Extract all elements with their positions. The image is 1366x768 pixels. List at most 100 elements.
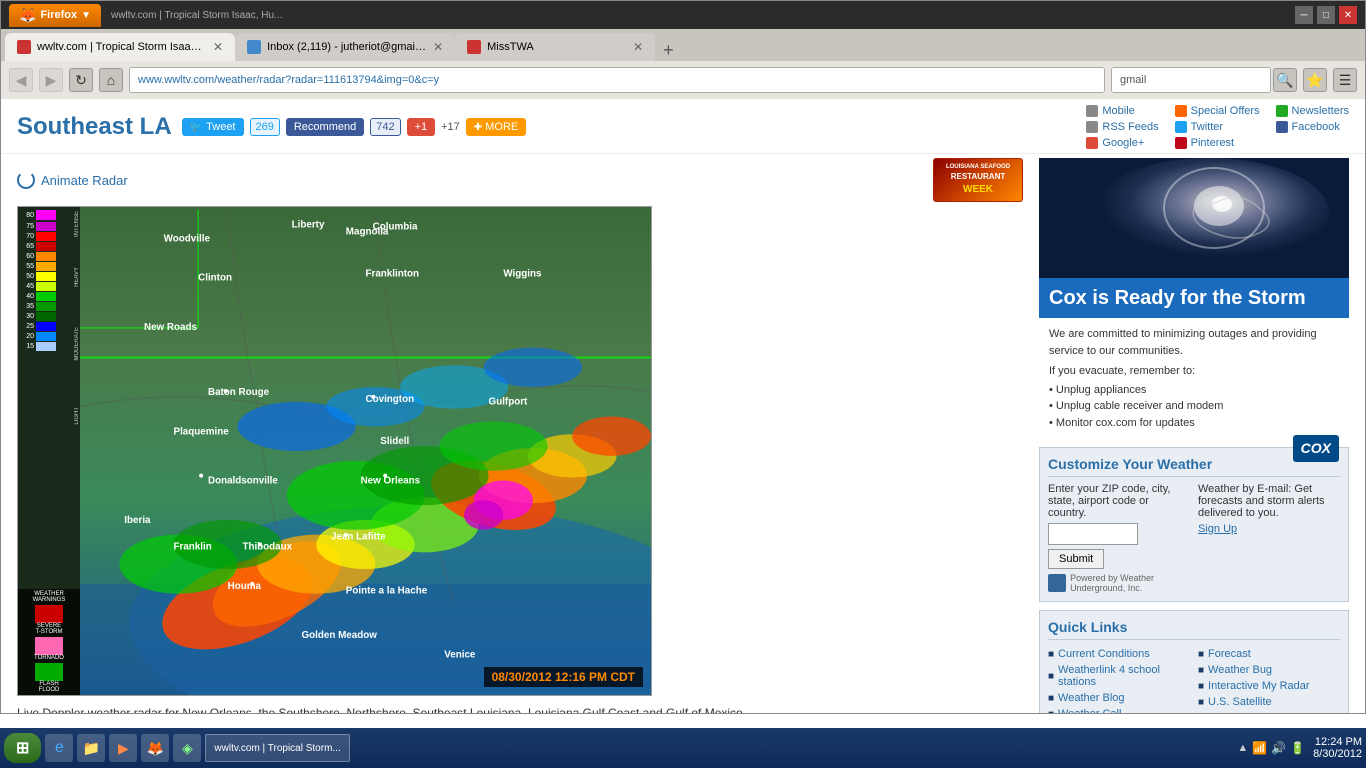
back-button[interactable]: ◀ [9, 68, 33, 92]
address-bar[interactable]: www.wwltv.com/weather/radar?radar=111613… [129, 67, 1105, 93]
taskbar-media-icon[interactable]: ▶ [109, 734, 137, 762]
header-bar: Southeast LA 🐦 Tweet 269 Recommend 742 +… [1, 99, 1365, 154]
tab-label: wwltv.com | Tropical Storm Isaac, Hu... [37, 41, 207, 53]
weather-blog-link[interactable]: Weather Blog [1058, 692, 1124, 704]
tray-arrow[interactable]: ▲ [1237, 742, 1248, 754]
zip-code-input[interactable] [1048, 523, 1138, 545]
taskbar-app-icon[interactable]: ◈ [173, 734, 201, 762]
animate-icon [17, 171, 35, 189]
facebook-link[interactable]: Facebook [1276, 121, 1349, 133]
search-button[interactable]: 🔍 [1273, 68, 1297, 92]
new-tab-button[interactable]: + [655, 40, 682, 61]
weatherlink-link[interactable]: Weatherlink 4 school stations [1058, 664, 1190, 688]
tab-close-button-3[interactable]: ✕ [633, 40, 643, 54]
weather-bug-link[interactable]: Weather Bug [1208, 664, 1272, 676]
battery-icon: 🔋 [1290, 741, 1305, 755]
tornado-icon [35, 637, 63, 655]
current-conditions-link[interactable]: Current Conditions [1058, 648, 1150, 660]
tab-label-3: MissTWA [487, 41, 534, 53]
special-offers-link[interactable]: Newsletters [1276, 105, 1349, 117]
tornado-warning: TORNADO [20, 637, 78, 661]
firefox-button[interactable]: 🦊 Firefox ▼ [9, 4, 101, 27]
twitter-icon: 🐦 [190, 122, 202, 133]
svg-text:Baton Rouge: Baton Rouge [208, 387, 270, 398]
tab-bar: wwltv.com | Tropical Storm Isaac, Hu... … [1, 29, 1365, 61]
bookmarks-button[interactable]: ⭐ [1303, 68, 1327, 92]
twitter-top-link[interactable]: Twitter [1175, 121, 1260, 133]
svg-text:Magnolia: Magnolia [346, 226, 389, 237]
submit-button[interactable]: Submit [1048, 549, 1104, 569]
taskbar-ie-icon[interactable]: e [45, 734, 73, 762]
taskbar-active-window[interactable]: wwltv.com | Tropical Storm... [205, 734, 349, 762]
radar-svg: Columbia Liberty Magnolia Woodville Clin… [80, 207, 651, 695]
forward-button[interactable]: ▶ [39, 68, 63, 92]
tab-misstwta[interactable]: MissTWA ✕ [455, 33, 655, 61]
bullet-3: Monitor cox.com for updates [1049, 415, 1339, 432]
tab-favicon [17, 40, 31, 54]
restaurant-week-ad[interactable]: LOUISIANA SEAFOOD RESTAURANT WEEK [933, 158, 1023, 202]
cox-ad-image [1039, 158, 1349, 278]
taskbar-firefox-icon[interactable]: 🦊 [141, 734, 169, 762]
tab-close-button-2[interactable]: ✕ [433, 40, 443, 54]
ql-statistical-models: ■ Statistical Models [1198, 710, 1340, 713]
googleplus-link[interactable]: Google+ [1086, 137, 1158, 149]
sign-up-link[interactable]: Sign Up [1198, 523, 1340, 535]
search-input-display[interactable]: gmail [1111, 67, 1271, 93]
svg-text:Slidell: Slidell [380, 436, 409, 447]
address-text: www.wwltv.com/weather/radar?radar=111613… [138, 74, 439, 86]
speaker-icon: 🔊 [1271, 741, 1286, 755]
tab-close-button[interactable]: ✕ [213, 40, 223, 54]
tab-gmail[interactable]: Inbox (2,119) - jutheriot@gmail.com ... … [235, 33, 455, 61]
svg-text:Franklinton: Franklinton [366, 269, 420, 280]
mobile-link[interactable]: Mobile [1086, 105, 1158, 117]
refresh-button[interactable]: ↻ [69, 68, 93, 92]
tweet-button[interactable]: 🐦 Tweet [182, 118, 244, 136]
severe-storm-label: SEVERET-STORM [20, 623, 78, 635]
clock-time: 12:24 PM [1313, 736, 1362, 748]
tab-wwltv[interactable]: wwltv.com | Tropical Storm Isaac, Hu... … [5, 33, 235, 61]
taskbar-right: ▲ 📶 🔊 🔋 12:24 PM 8/30/2012 [1237, 736, 1362, 760]
svg-text:Houma: Houma [228, 581, 262, 592]
nav-bar: ◀ ▶ ↻ ⌂ www.wwltv.com/weather/radar?rada… [1, 61, 1365, 99]
tab-favicon-2 [247, 40, 261, 54]
menu-button[interactable]: ☰ [1333, 68, 1357, 92]
interactive-radar-link[interactable]: Interactive My Radar [1208, 680, 1309, 692]
quick-links: Quick Links ■ Current Conditions ■ Weath… [1039, 610, 1349, 713]
pinterest-link[interactable]: Pinterest [1175, 137, 1260, 149]
start-button[interactable]: ⊞ [4, 733, 41, 763]
animate-radar-button[interactable]: Animate Radar [17, 165, 128, 195]
svg-text:Thibodaux: Thibodaux [242, 541, 292, 552]
rssfeeds-link[interactable]: Special Offers [1175, 105, 1260, 117]
top-links-col3: Newsletters Facebook [1276, 105, 1349, 149]
gplus-button[interactable]: +1 [407, 118, 436, 136]
top-links-col1: Mobile RSS Feeds Google+ [1086, 105, 1158, 149]
forecast-link[interactable]: Forecast [1208, 648, 1251, 660]
weather-call-link[interactable]: Weather Call [1058, 708, 1121, 713]
svg-text:Plaquemine: Plaquemine [174, 426, 230, 437]
zip-label: Enter your ZIP code, city, state, airpor… [1048, 483, 1190, 519]
newsletters-link[interactable]: RSS Feeds [1086, 121, 1158, 133]
top-links: Mobile RSS Feeds Google+ Special Offers [1086, 105, 1349, 149]
weather-warnings-label: WEATHERWARNINGS [20, 591, 78, 603]
special-offers-icon [1276, 105, 1288, 117]
animate-radar-row: Animate Radar LOUISIANA SEAFOOD RESTAURA… [17, 154, 1023, 206]
more-button[interactable]: ✚ MORE [466, 118, 526, 136]
recommend-button[interactable]: Recommend [286, 118, 364, 136]
flash-flood-label: FLASHFLOOD [20, 681, 78, 693]
maximize-button[interactable]: □ [1317, 6, 1335, 24]
svg-text:New Roads: New Roads [144, 322, 198, 333]
minimize-button[interactable]: ─ [1295, 6, 1313, 24]
header-left: Southeast LA 🐦 Tweet 269 Recommend 742 +… [17, 113, 526, 141]
taskbar-folder-icon[interactable]: 📁 [77, 734, 105, 762]
browser-window: 🦊 Firefox ▼ wwltv.com | Tropical Storm I… [0, 0, 1366, 714]
home-button[interactable]: ⌂ [99, 68, 123, 92]
statistical-models-link[interactable]: Statistical Models [1208, 712, 1294, 713]
radar-description: Live Doppler weather radar for New Orlea… [17, 696, 1023, 713]
svg-text:Iberia: Iberia [124, 515, 151, 526]
quick-links-title: Quick Links [1048, 619, 1340, 640]
close-button[interactable]: ✕ [1339, 6, 1357, 24]
taskbar-time-display: 12:24 PM 8/30/2012 [1313, 736, 1362, 760]
ql-weather-bug: ■ Weather Bug [1198, 662, 1340, 678]
clock-date: 8/30/2012 [1313, 748, 1362, 760]
us-satellite-link[interactable]: U.S. Satellite [1208, 696, 1272, 708]
